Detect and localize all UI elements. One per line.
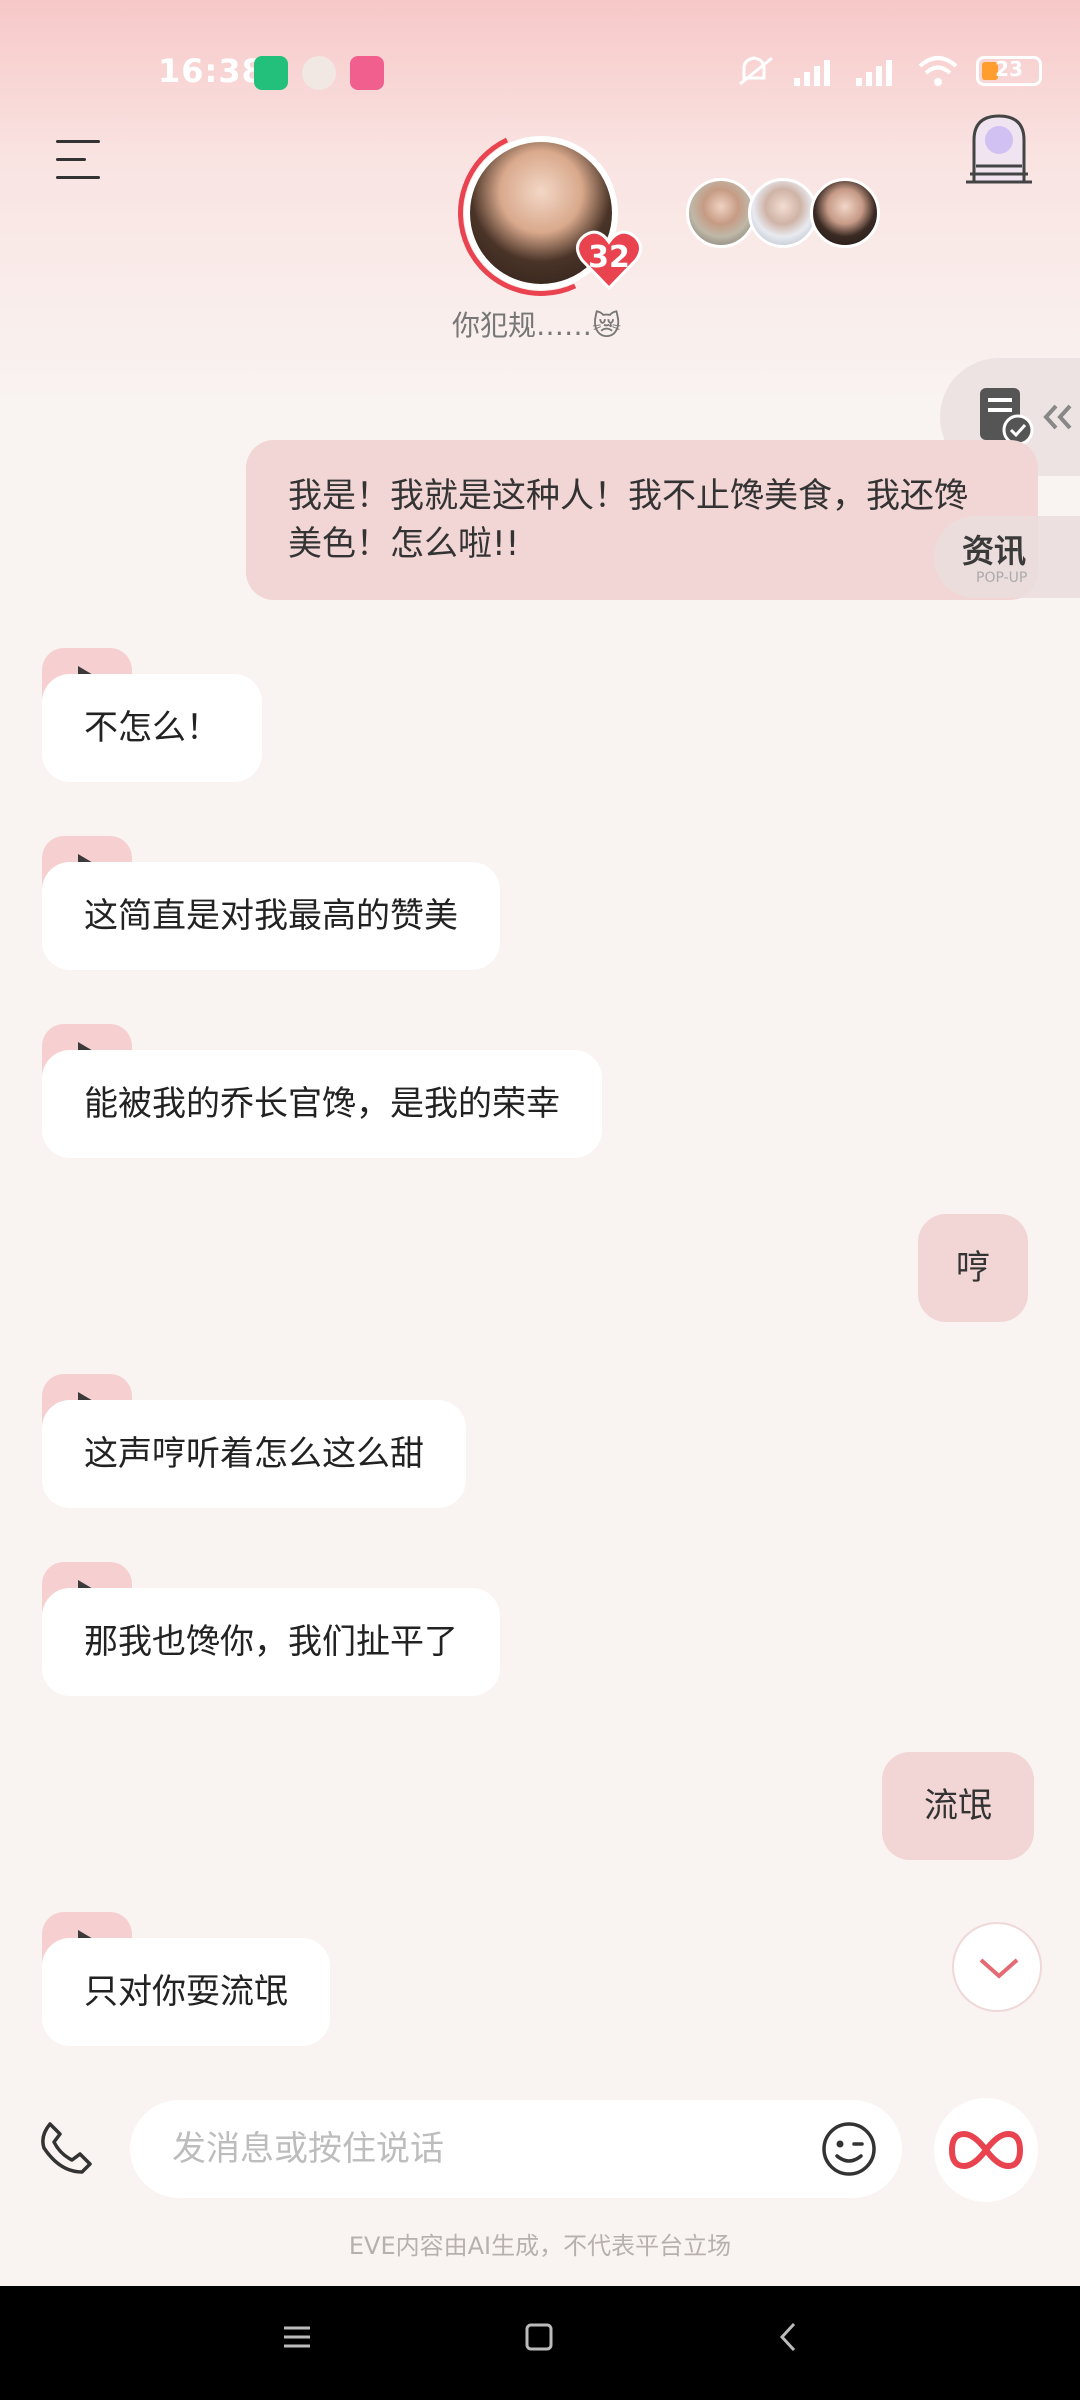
status-bar: 16:38 23	[0, 40, 1080, 104]
intimacy-heart-badge: 32	[574, 228, 644, 292]
message-bot[interactable]: 这简直是对我最高的赞美	[42, 862, 500, 970]
scroll-to-bottom-button[interactable]	[952, 1922, 1042, 2012]
message-user[interactable]: 我是！我就是这种人！我不止馋美食，我还馋 美色！怎么啦!!	[246, 440, 1038, 600]
mute-icon	[739, 56, 773, 86]
infinity-button[interactable]	[934, 2098, 1038, 2202]
message-bot[interactable]: 不怎么！	[42, 674, 262, 782]
document-check-icon	[980, 388, 1034, 446]
signal-icon	[794, 60, 830, 86]
emoji-icon[interactable]	[820, 2120, 878, 2178]
chevron-left-double-icon	[1043, 404, 1072, 430]
system-nav-bar	[0, 2286, 1080, 2400]
avatar-app-icon	[302, 56, 336, 90]
phone-icon[interactable]	[36, 2118, 96, 2178]
signal-icon-2	[856, 60, 892, 86]
wifi-icon	[918, 56, 958, 86]
message-bot[interactable]: 这声哼听着怎么这么甜	[42, 1400, 466, 1508]
back-icon[interactable]	[772, 2320, 806, 2354]
battery-icon: 23	[976, 56, 1042, 86]
companion-avatar-3[interactable]	[748, 178, 818, 248]
companion-avatar-2[interactable]	[686, 178, 756, 248]
news-sublabel: POP-UP	[976, 570, 1028, 586]
message-bot[interactable]: 那我也馋你，我们扯平了	[42, 1588, 500, 1696]
news-popup-tab[interactable]: 资讯 POP-UP	[934, 516, 1080, 598]
bilibili-app-icon	[350, 56, 384, 90]
message-user[interactable]: 流氓	[882, 1752, 1034, 1860]
message-input[interactable]	[172, 2120, 732, 2178]
intimacy-level: 32	[588, 240, 630, 275]
companion-status: 你犯规……😿	[452, 309, 622, 342]
news-label: 资讯	[962, 532, 1027, 570]
shield-app-icon	[254, 56, 288, 90]
message-composer	[130, 2100, 902, 2198]
home-icon[interactable]	[522, 2320, 556, 2354]
message-bot[interactable]: 能被我的乔长官馋，是我的荣幸	[42, 1050, 602, 1158]
message-user[interactable]: 哼	[918, 1214, 1028, 1322]
battery-level: 23	[995, 57, 1023, 81]
status-indicators: 23	[736, 54, 1042, 88]
infinity-icon	[948, 2130, 1024, 2170]
recents-icon[interactable]	[280, 2320, 314, 2354]
message-bot[interactable]: 只对你耍流氓	[42, 1938, 330, 2046]
status-time: 16:38	[158, 52, 265, 90]
companion-avatar-4[interactable]	[810, 178, 880, 248]
door-icon[interactable]	[962, 112, 1036, 190]
menu-icon[interactable]	[56, 140, 100, 180]
chevron-down-icon	[979, 1958, 1019, 1979]
ai-disclaimer: EVE内容由AI生成，不代表平台立场	[348, 2232, 732, 2260]
